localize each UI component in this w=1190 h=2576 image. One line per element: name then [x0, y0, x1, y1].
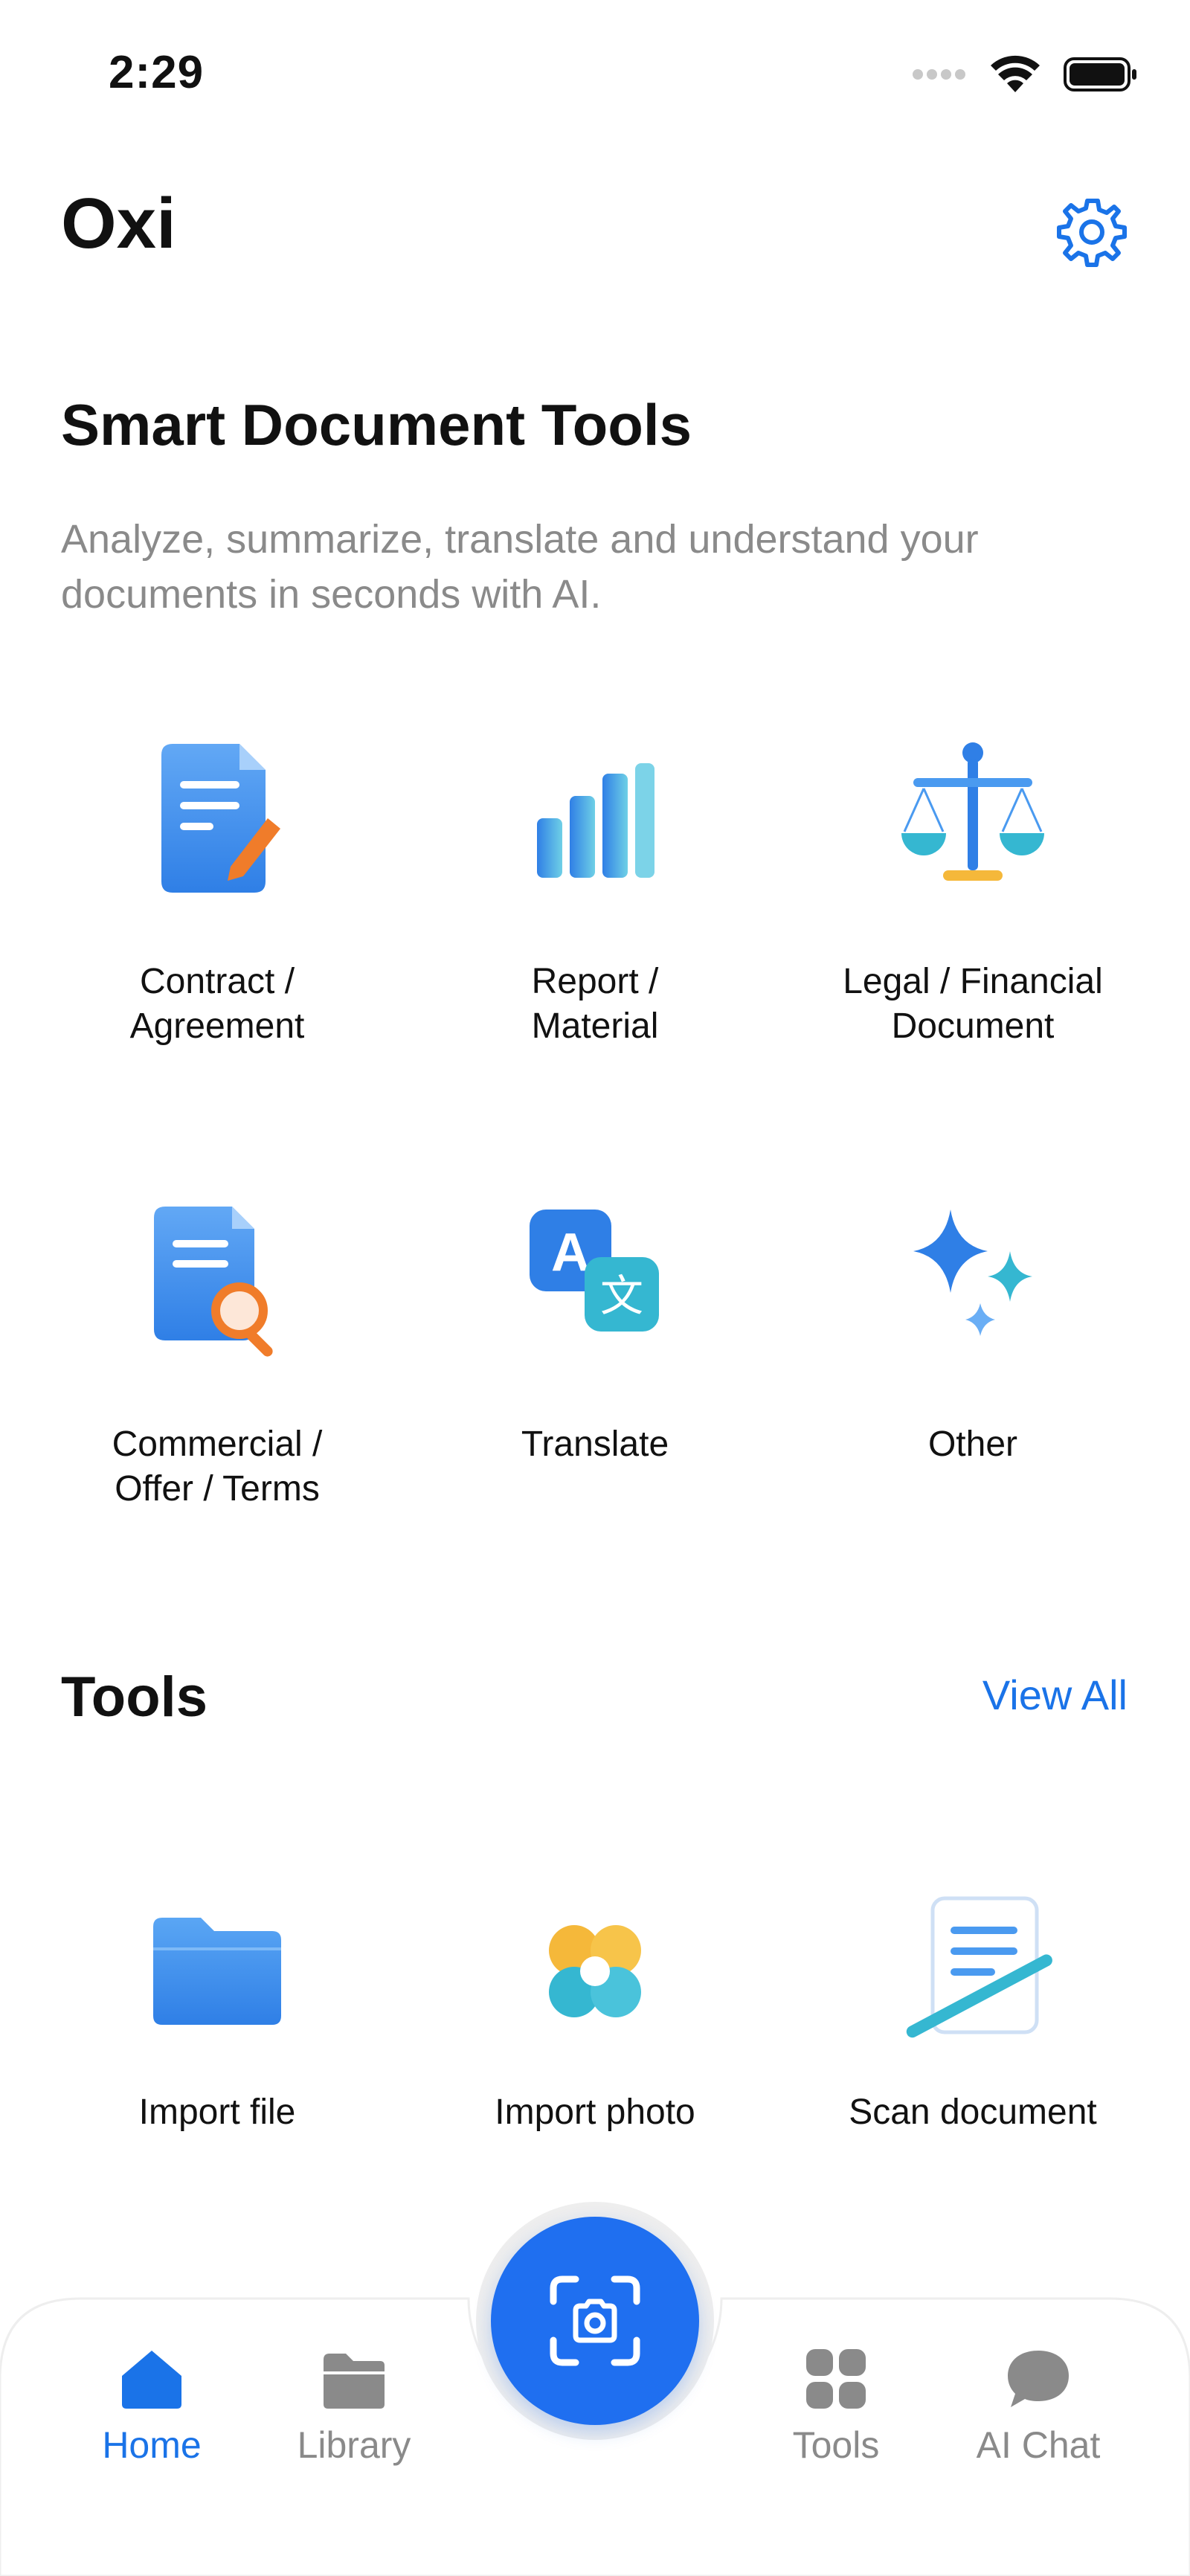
battery-icon — [1064, 57, 1136, 91]
doc-type-other[interactable]: Other — [794, 1192, 1151, 1467]
doc-type-report[interactable]: Report / Material — [416, 729, 774, 1049]
sparkles-icon — [884, 1192, 1062, 1370]
section-title: Smart Document Tools — [61, 392, 692, 457]
doc-type-label: Contract / — [139, 962, 295, 1001]
doc-type-contract[interactable]: Contract / Agreement — [39, 729, 396, 1049]
tool-label: Import photo — [495, 2092, 695, 2132]
doc-type-translate[interactable]: A 文 Translate — [416, 1192, 774, 1467]
doc-type-commercial[interactable]: Commercial / Offer / Terms — [39, 1192, 396, 1512]
doc-type-label: Material — [531, 1006, 659, 1046]
chat-bubble-icon — [1008, 2351, 1069, 2407]
cellular-signal-icon — [913, 69, 965, 80]
tool-import-photo[interactable]: Import photo — [416, 1882, 774, 2135]
nav-label: AI Chat — [976, 2424, 1101, 2466]
gear-icon — [1057, 199, 1127, 267]
tools-section-title: Tools — [61, 1666, 208, 1729]
camera-scan-button[interactable] — [491, 2217, 699, 2425]
svg-text:A: A — [551, 1223, 590, 1282]
status-time: 2:29 — [109, 47, 205, 98]
nav-label: Home — [102, 2424, 202, 2466]
nav-library[interactable]: Library — [265, 2328, 443, 2467]
tool-import-file[interactable]: Import file — [39, 1882, 396, 2135]
doc-type-label: Other — [927, 1424, 1018, 1464]
nav-label: Library — [297, 2424, 411, 2466]
scan-document-icon — [884, 1882, 1062, 2061]
doc-type-label: Document — [891, 1006, 1055, 1046]
doc-type-label: Legal / Financial — [843, 962, 1103, 1001]
doc-type-label: Offer / Terms — [115, 1469, 320, 1509]
bar-chart-icon — [506, 729, 684, 908]
camera-scan-icon — [550, 2275, 640, 2366]
wifi-icon — [991, 55, 1040, 92]
nav-label: Tools — [792, 2424, 880, 2466]
svg-text:文: 文 — [600, 1271, 643, 1321]
doc-type-legal-financial[interactable]: Legal / Financial Document — [794, 729, 1151, 1049]
doc-type-label: Report / — [531, 962, 659, 1001]
tool-label: Import file — [138, 2092, 296, 2132]
tool-label: Scan document — [849, 2092, 1097, 2132]
grid-icon — [806, 2349, 866, 2409]
app-title: Oxi — [61, 184, 176, 263]
doc-type-label: Agreement — [129, 1006, 305, 1046]
nav-home[interactable]: Home — [62, 2328, 241, 2467]
home-icon — [122, 2351, 181, 2409]
contract-icon — [128, 729, 306, 908]
tool-scan-document[interactable]: Scan document — [794, 1882, 1151, 2135]
folder-icon — [324, 2354, 385, 2409]
scales-icon — [884, 729, 1062, 908]
doc-type-label: Translate — [521, 1424, 669, 1464]
status-icons — [912, 55, 1138, 94]
document-search-icon — [128, 1192, 306, 1370]
nav-ai-chat[interactable]: AI Chat — [949, 2328, 1128, 2467]
translate-icon: A 文 — [506, 1192, 684, 1370]
section-subtitle: Analyze, summarize, translate and unders… — [61, 517, 979, 617]
view-all-link[interactable]: View All — [982, 1671, 1128, 1719]
nav-tools[interactable]: Tools — [747, 2328, 925, 2467]
photo-flower-icon — [506, 1882, 684, 2061]
settings-button[interactable] — [1053, 193, 1130, 271]
doc-type-label: Commercial / — [112, 1424, 323, 1464]
folder-icon — [128, 1882, 306, 2061]
